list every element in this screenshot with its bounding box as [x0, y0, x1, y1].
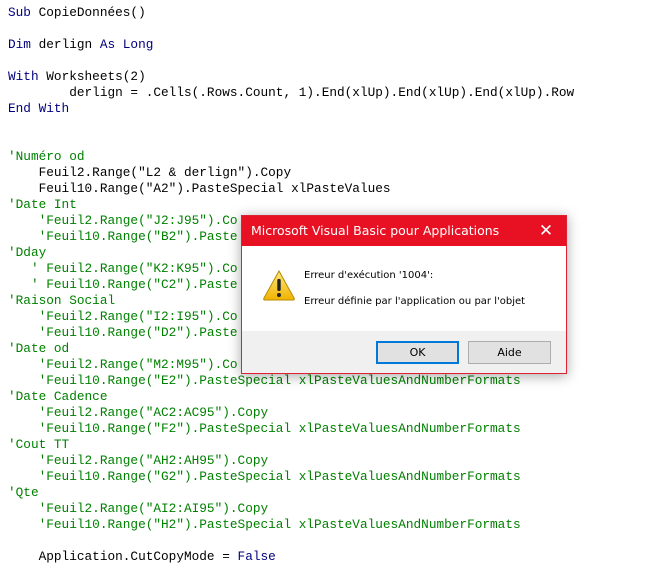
- code-text: derlign: [38, 37, 100, 52]
- code-comment: 'Feuil10.Range("G2").PasteSpecial xlPast…: [8, 469, 521, 484]
- code-line[interactable]: Application.CutCopyMode = False: [8, 549, 574, 565]
- code-text: derlign = .Cells(.Rows.Count, 1).End(xlU…: [8, 85, 575, 100]
- code-line[interactable]: derlign = .Cells(.Rows.Count, 1).End(xlU…: [8, 85, 574, 101]
- code-comment: ' Feuil2.Range("K2:K95").Co: [8, 261, 238, 276]
- code-line[interactable]: 'Feuil2.Range("AI2:AI95").Copy: [8, 501, 574, 517]
- code-keyword: End With: [8, 101, 70, 116]
- code-text: Feuil2.Range("L2 & derlign").Copy: [8, 165, 292, 180]
- code-line[interactable]: 'Feuil10.Range("G2").PasteSpecial xlPast…: [8, 469, 574, 485]
- code-comment: 'Cout TT: [8, 437, 70, 452]
- code-comment: 'Feuil2.Range("I2:I95").Co: [8, 309, 238, 324]
- code-keyword: False: [237, 549, 276, 564]
- code-keyword: As Long: [99, 37, 154, 52]
- code-text: Feuil10.Range("A2").PasteSpecial xlPaste…: [8, 181, 391, 196]
- close-icon[interactable]: ✕: [526, 216, 566, 246]
- code-line[interactable]: With Worksheets(2): [8, 69, 574, 85]
- code-line[interactable]: [8, 533, 574, 549]
- code-keyword: Sub: [8, 5, 39, 20]
- code-line[interactable]: End With: [8, 101, 574, 117]
- code-comment: 'Feuil2.Range("AC2:AC95").Copy: [8, 405, 269, 420]
- code-line[interactable]: [8, 21, 574, 37]
- code-line[interactable]: [8, 117, 574, 133]
- code-comment: 'Numéro od: [8, 149, 85, 164]
- dialog-titlebar[interactable]: Microsoft Visual Basic pour Applications…: [242, 216, 566, 246]
- dialog-body: Erreur d'exécution '1004': Erreur défini…: [242, 246, 566, 331]
- ok-button[interactable]: OK: [376, 341, 459, 364]
- code-line[interactable]: Feuil2.Range("L2 & derlign").Copy: [8, 165, 574, 181]
- code-line[interactable]: [8, 53, 574, 69]
- code-line[interactable]: 'Date Cadence: [8, 389, 574, 405]
- code-text: Worksheets(2): [46, 69, 146, 84]
- code-comment: 'Feuil10.Range("H2").PasteSpecial xlPast…: [8, 517, 521, 532]
- code-line[interactable]: Dim derlign As Long: [8, 37, 574, 53]
- code-comment: 'Feuil10.Range("E2").PasteSpecial xlPast…: [8, 373, 521, 388]
- error-dialog: Microsoft Visual Basic pour Applications…: [241, 215, 567, 374]
- code-comment: ' Feuil10.Range("C2").Paste: [8, 277, 238, 292]
- code-line[interactable]: 'Feuil2.Range("AH2:AH95").Copy: [8, 453, 574, 469]
- error-message-code: Erreur d'exécution '1004':: [304, 270, 434, 281]
- code-comment: 'Feuil2.Range("AI2:AI95").Copy: [8, 501, 269, 516]
- code-comment: 'Date od: [8, 341, 70, 356]
- dialog-title: Microsoft Visual Basic pour Applications: [251, 223, 500, 238]
- code-comment: 'Feuil10.Range("D2").Paste: [8, 325, 238, 340]
- code-text: CopieDonnées(): [38, 5, 146, 20]
- code-comment: 'Date Int: [8, 197, 77, 212]
- code-line[interactable]: 'Feuil2.Range("AC2:AC95").Copy: [8, 405, 574, 421]
- help-button[interactable]: Aide: [468, 341, 551, 364]
- code-line[interactable]: Sub CopieDonnées(): [8, 5, 574, 21]
- code-line[interactable]: Feuil10.Range("A2").PasteSpecial xlPaste…: [8, 181, 574, 197]
- code-keyword: Dim: [8, 37, 39, 52]
- code-line[interactable]: 'Feuil10.Range("E2").PasteSpecial xlPast…: [8, 373, 574, 389]
- code-text: Application.CutCopyMode =: [8, 549, 238, 564]
- code-comment: 'Dday: [8, 245, 47, 260]
- code-comment: 'Raison Social: [8, 293, 116, 308]
- code-comment: 'Qte: [8, 485, 39, 500]
- error-message-description: Erreur définie par l'application ou par …: [304, 296, 526, 307]
- code-comment: 'Feuil10.Range("B2").Paste: [8, 229, 238, 244]
- code-comment: 'Feuil2.Range("AH2:AH95").Copy: [8, 453, 269, 468]
- code-line[interactable]: 'Numéro od: [8, 149, 574, 165]
- code-line[interactable]: 'Feuil10.Range("H2").PasteSpecial xlPast…: [8, 517, 574, 533]
- code-line[interactable]: 'Date Int: [8, 197, 574, 213]
- dialog-footer: OK Aide: [242, 331, 566, 373]
- code-comment: 'Feuil2.Range("J2:J95").Co: [8, 213, 238, 228]
- code-comment: 'Date Cadence: [8, 389, 108, 404]
- code-line[interactable]: 'Feuil10.Range("F2").PasteSpecial xlPast…: [8, 421, 574, 437]
- code-keyword: With: [8, 69, 47, 84]
- code-comment: 'Feuil10.Range("F2").PasteSpecial xlPast…: [8, 421, 521, 436]
- warning-icon: [263, 269, 295, 301]
- code-line[interactable]: 'Qte: [8, 485, 574, 501]
- code-comment: 'Feuil2.Range("M2:M95").Co: [8, 357, 238, 372]
- code-line[interactable]: [8, 133, 574, 149]
- code-line[interactable]: 'Cout TT: [8, 437, 574, 453]
